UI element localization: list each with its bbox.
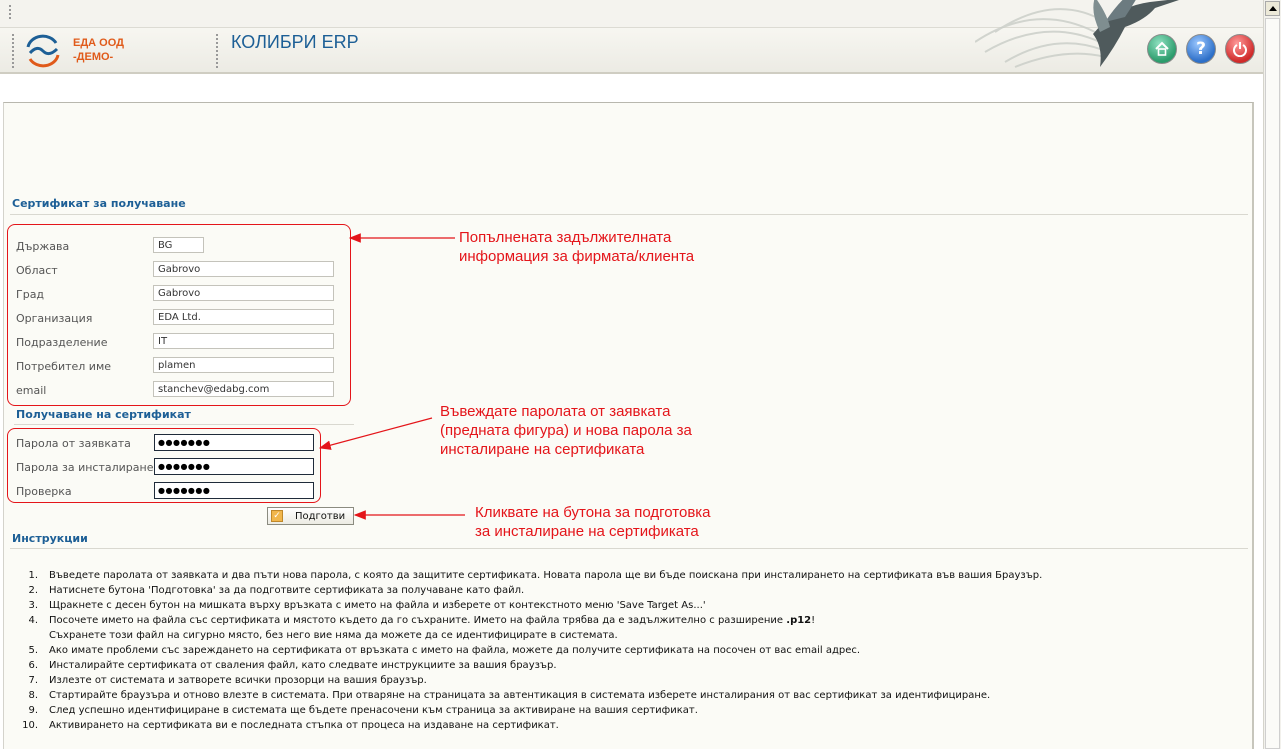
list-item-number: 6.	[28, 660, 38, 671]
list-item-text: Натиснете бутона 'Подготовка' за да подг…	[49, 585, 525, 596]
email-field[interactable]: stanchev@edabg.com	[153, 381, 334, 397]
scroll-up-button[interactable]	[1265, 1, 1280, 16]
section-divider	[10, 214, 1248, 215]
vertical-scrollbar[interactable]	[1263, 0, 1281, 749]
list-item-number: 7.	[28, 675, 38, 686]
instructions-divider	[10, 548, 1248, 549]
department-label: Подразделение	[16, 336, 108, 349]
confirm-password-label: Проверка	[16, 485, 72, 498]
list-item-number: 2.	[28, 585, 38, 596]
department-field[interactable]: IT	[153, 333, 334, 349]
list-item: 5. Ако имате проблеми със зареждането на …	[0, 643, 1240, 658]
list-item-text-line2: Съхранете този файл на сигурно място, бе…	[49, 630, 618, 641]
list-item: 10. Активирането на сертификата ви е посл…	[0, 718, 1240, 733]
receive-section-title: Получаване на сертификат	[16, 408, 191, 421]
company-name-line2: -ДЕМО-	[73, 51, 114, 63]
list-item-text: Ако имате проблеми със зареждането на се…	[49, 645, 861, 656]
list-item: 1. Въведете паролата от заявката и два пъ…	[0, 568, 1240, 583]
list-item-text: Стартирайте браузъра и отново влезте в с…	[49, 690, 991, 701]
list-item-text: Посочете името на файла със сертификата …	[49, 615, 787, 626]
logout-button[interactable]	[1225, 34, 1255, 64]
header-separator	[216, 34, 218, 68]
company-logo-icon	[26, 34, 60, 68]
header-grip	[12, 34, 14, 68]
list-item-number: 1.	[28, 570, 38, 581]
organization-field[interactable]: EDA Ltd.	[153, 309, 334, 325]
list-item: 6. Инсталирайте сертификата от сваления ф…	[0, 658, 1240, 673]
list-item-number: 4.	[28, 615, 38, 626]
app-title: КОЛИБРИ ERP	[231, 32, 359, 52]
list-item: 3. Щракнете с десен бутон на мишката върх…	[0, 598, 1240, 613]
list-item: 2. Натиснете бутона 'Подготовка' за да по…	[0, 583, 1240, 598]
help-button[interactable]: ?	[1186, 34, 1216, 64]
list-item-text: Активирането на сертификата ви е последн…	[49, 720, 559, 731]
checkmark-icon: ✓	[271, 510, 283, 522]
request-password-label: Парола от заявката	[16, 437, 131, 450]
list-item-number: 5.	[28, 645, 38, 656]
email-label: email	[16, 384, 47, 397]
country-field[interactable]: BG	[153, 237, 204, 253]
list-item-text: Въведете паролата от заявката и два пъти…	[49, 570, 1043, 581]
annotation-prepare-line2: за инсталиране на сертификата	[475, 523, 699, 540]
instructions-title: Инструкции	[12, 532, 88, 545]
list-item: 4. Посочете името на файла със сертификат…	[0, 613, 1240, 643]
list-item-text: Щракнете с десен бутон на мишката върху …	[49, 600, 706, 611]
list-item-text: След успешно идентифициране в системата …	[49, 705, 698, 716]
prepare-button-label: Подготви	[295, 511, 346, 522]
annotation-passwords: Въвеждате паролата от заявката (предната…	[440, 402, 692, 459]
organization-label: Организация	[16, 312, 93, 325]
list-item-text: Инсталирайте сертификата от сваления фай…	[49, 660, 557, 671]
annotation-prepare-line1: Кликвате на бутона за подготовка	[475, 504, 711, 521]
annotation-client-info: Попълнената задължителната информация за…	[459, 228, 694, 266]
annotation-passwords-line1: Въвеждате паролата от заявката	[440, 403, 671, 420]
toolbar-grip[interactable]	[9, 5, 11, 21]
company-name-line1: ЕДА ООД	[73, 37, 124, 49]
instructions-list: 1. Въведете паролата от заявката и два пъ…	[0, 568, 1240, 733]
username-label: Потребител име	[16, 360, 112, 373]
list-item-number: 10.	[22, 720, 38, 731]
install-password-label: Парола за инсталиране	[16, 461, 154, 474]
list-item-text-end: !	[811, 615, 816, 626]
region-field[interactable]: Gabrovo	[153, 261, 334, 277]
country-label: Държава	[16, 240, 70, 253]
city-label: Град	[16, 288, 45, 301]
power-icon	[1233, 42, 1247, 57]
list-item-number: 8.	[28, 690, 38, 701]
help-icon: ?	[1196, 39, 1206, 59]
list-item-number: 3.	[28, 600, 38, 611]
annotation-client-info-line1: Попълнената задължителната	[459, 229, 672, 246]
annotation-client-info-line2: информация за фирмата/клиента	[459, 248, 695, 265]
list-item: 7. Излезте от системата и затворете всичк…	[0, 673, 1240, 688]
region-label: Област	[16, 264, 58, 277]
request-password-field[interactable]: ●●●●●●●	[154, 434, 314, 451]
scrollbar-thumb[interactable]	[1265, 18, 1280, 749]
annotation-passwords-line2: (предната фигура) и нова парола за	[440, 422, 692, 439]
file-extension: .p12	[786, 615, 812, 626]
list-item: 8. Стартирайте браузъра и отново влезте в…	[0, 688, 1240, 703]
install-password-field[interactable]: ●●●●●●●	[154, 458, 314, 475]
home-icon	[1155, 41, 1169, 56]
company-name: ЕДА ООД -ДЕМО-	[73, 36, 124, 64]
list-item: 9. След успешно идентифициране в системат…	[0, 703, 1240, 718]
list-item-number: 9.	[28, 705, 38, 716]
annotation-passwords-line3: инсталиране на сертификата	[440, 441, 645, 458]
receive-section-divider	[14, 424, 354, 425]
city-field[interactable]: Gabrovo	[153, 285, 334, 301]
annotation-prepare-button: Кликвате на бутона за подготовка за инст…	[475, 503, 711, 541]
certificate-section-title: Сертификат за получаване	[12, 197, 186, 210]
username-field[interactable]: plamen	[153, 357, 334, 373]
home-button[interactable]	[1147, 34, 1177, 64]
list-item-text: Излезте от системата и затворете всички …	[49, 675, 427, 686]
prepare-button[interactable]: ✓ Подготви	[267, 507, 354, 525]
confirm-password-field[interactable]: ●●●●●●●	[154, 482, 314, 499]
